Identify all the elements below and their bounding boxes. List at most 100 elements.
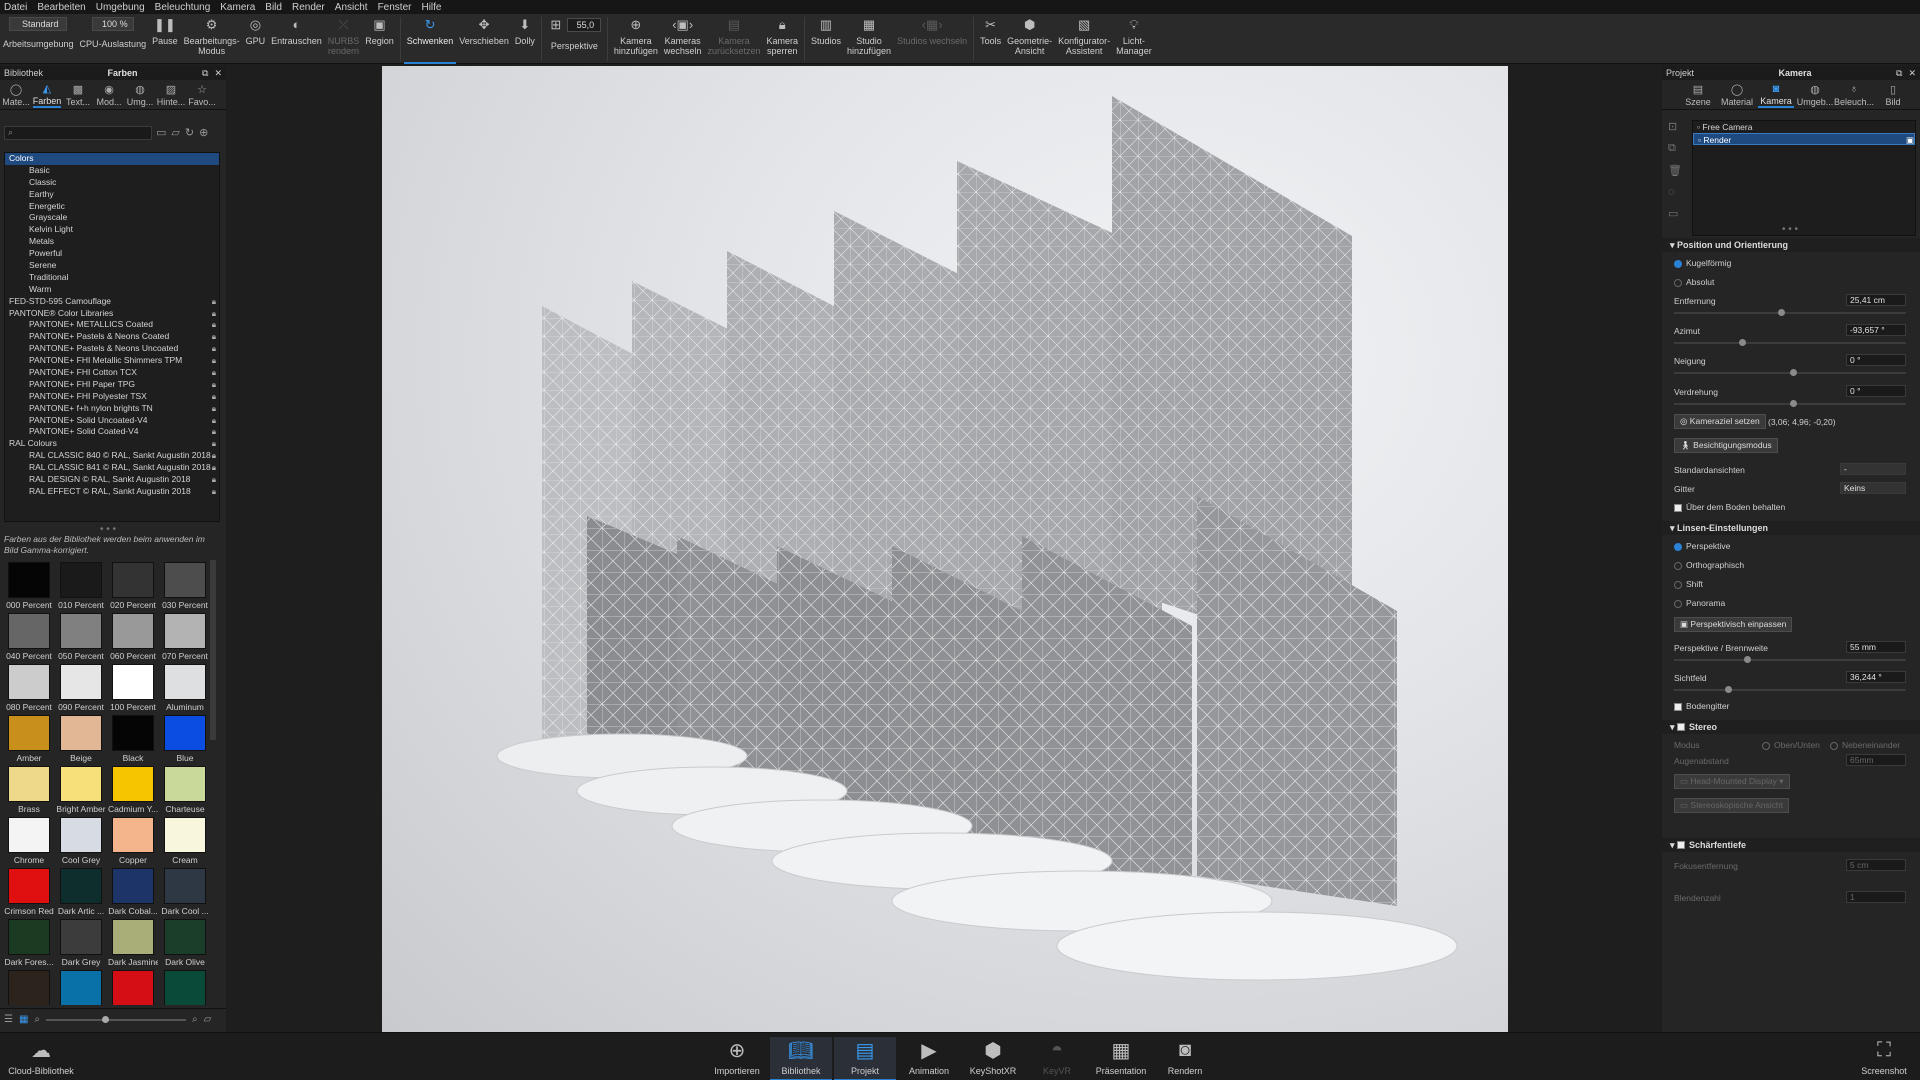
add-studio-button[interactable]: ▦ Studio hinzufügen [844, 14, 894, 64]
hmd-button[interactable]: ▭ Head-Mounted Display ▾ [1674, 774, 1790, 789]
color-swatch[interactable]: Cream [160, 815, 210, 865]
color-swatch[interactable]: 010 Percent [56, 560, 106, 610]
gpu-button[interactable]: ◎ GPU [243, 14, 269, 64]
project-toggle-button[interactable]: ▤ Projekt [834, 1037, 896, 1080]
tab-materials[interactable]: ◯ Mate... [2, 82, 30, 108]
color-swatch[interactable]: 070 Percent [160, 611, 210, 661]
tree-item[interactable]: RAL CLASSIC 841 © RAL, Sankt Augustin 20… [5, 462, 219, 474]
fit-perspective-button[interactable]: ▣ Perspektivisch einpassen [1674, 617, 1793, 632]
camera-list-item-selected[interactable]: ▫ Render ▣ [1693, 133, 1915, 145]
focal-length-slider[interactable] [1674, 656, 1906, 663]
color-swatch[interactable]: Beige [56, 713, 106, 763]
swatch-scrollbar[interactable] [210, 560, 216, 740]
library-search-input[interactable]: ⌕ [4, 126, 152, 140]
tree-item[interactable]: PANTONE® Color Libraries 🔒︎ [5, 308, 219, 320]
section-header-dof[interactable]: ▾ Schärfentiefe [1662, 838, 1920, 852]
walkthrough-mode-button[interactable]: 🚶︎ Besichtigungsmodus [1674, 438, 1778, 453]
color-swatch[interactable]: Charteuse [160, 764, 210, 814]
presentation-button[interactable]: ▦ Präsentation [1090, 1037, 1152, 1080]
render-button[interactable]: ◙ Rendern [1154, 1037, 1216, 1080]
perspective-input[interactable]: 55,0 [566, 18, 601, 32]
tree-item[interactable]: RAL DESIGN © RAL, Sankt Augustin 2018 🔒︎ [5, 474, 219, 486]
radio-side-by-side[interactable]: Nebeneinander [1830, 740, 1900, 750]
radio-top-bottom[interactable]: Oben/Unten [1762, 740, 1820, 750]
nurbs-render-button[interactable]: ⤫ NURBS rendern [325, 14, 363, 64]
slider-knob[interactable] [1790, 369, 1797, 376]
library-toggle-button[interactable]: 📖︎ Bibliothek [770, 1037, 832, 1080]
menu-render[interactable]: Render [292, 2, 325, 13]
color-swatch[interactable]: 020 Percent [108, 560, 158, 610]
section-header-lens[interactable]: ▾ Linsen-Einstellungen [1662, 521, 1920, 535]
menu-ansicht[interactable]: Ansicht [335, 2, 368, 13]
tree-item[interactable]: PANTONE+ f+h nylon brights TN 🔒︎ [5, 403, 219, 415]
move-tool-button[interactable]: ✥ Verschieben [456, 14, 512, 64]
lock-camera-button[interactable]: 🔒︎ Kamera sperren [763, 14, 801, 64]
tree-item[interactable]: RAL EFFECT © RAL, Sankt Augustin 2018 🔒︎ [5, 486, 219, 498]
tab-lighting[interactable]: ♁ Beleuch... [1834, 82, 1874, 108]
color-swatch[interactable]: Dark Cool ... [160, 866, 210, 916]
splitter-handle-icon[interactable]: • • • [1782, 224, 1798, 235]
menu-bearbeiten[interactable]: Bearbeiten [37, 2, 85, 13]
add-camera-button[interactable]: ⊕ Kamera hinzufügen [611, 14, 661, 64]
switch-cameras-button[interactable]: ‹▣› Kameras wechseln [661, 14, 705, 64]
standard-views-dropdown[interactable]: - [1840, 463, 1906, 475]
radio-lens-shift[interactable]: Shift [1674, 579, 1703, 589]
tree-item[interactable]: Powerful [5, 248, 219, 260]
tree-item[interactable]: PANTONE+ FHI Metallic Shimmers TPM 🔒︎ [5, 355, 219, 367]
lock-icon[interactable]: ▣ [1906, 134, 1914, 145]
tree-item[interactable]: Grayscale [5, 212, 219, 224]
ground-grid-checkbox[interactable]: Bodengitter [1674, 701, 1729, 711]
color-swatch[interactable]: Bright Amber [56, 764, 106, 814]
grid-view-icon[interactable]: ▦ [19, 1014, 28, 1025]
aperture-input[interactable]: 1 [1846, 891, 1906, 903]
switch-studios-button[interactable]: ‹▦› Studios wechseln [894, 14, 970, 64]
tree-item[interactable]: RAL CLASSIC 840 © RAL, Sankt Augustin 20… [5, 450, 219, 462]
close-icon[interactable]: ✕ [214, 68, 222, 79]
color-swatch[interactable]: Dark Fores... [4, 917, 54, 967]
configurator-button[interactable]: ▧ Konfigurator- Assistent [1055, 14, 1113, 64]
tree-item[interactable]: Earthy [5, 189, 219, 201]
denoise-button[interactable]: ◐ Entrauschen [268, 14, 325, 64]
fov-input[interactable]: 36,244 ° [1846, 671, 1906, 683]
tree-item[interactable]: PANTONE+ FHI Cotton TCX 🔒︎ [5, 367, 219, 379]
azimuth-input[interactable]: -93,657 ° [1846, 324, 1906, 336]
color-swatch[interactable] [4, 968, 54, 1005]
add-camera-icon[interactable]: ⊡ [1668, 120, 1682, 133]
color-swatch[interactable]: Blue [160, 713, 210, 763]
target-icon[interactable]: ⊕ [199, 126, 208, 139]
workspace-dropdown[interactable]: Standard [9, 17, 68, 31]
azimuth-slider[interactable] [1674, 339, 1906, 346]
folder-add-icon[interactable]: ▱ [171, 126, 179, 139]
color-swatch[interactable]: Dark Jasmine [108, 917, 158, 967]
inclination-input[interactable]: 0 ° [1846, 354, 1906, 366]
reset-camera-icon[interactable]: ◌ [1668, 186, 1682, 198]
color-swatch[interactable]: 050 Percent [56, 611, 106, 661]
animation-button[interactable]: ▶ Animation [898, 1037, 960, 1080]
menu-umgebung[interactable]: Umgebung [96, 2, 145, 13]
tab-backgrounds[interactable]: ▨ Hinte... [157, 82, 186, 108]
pan-tool-button[interactable]: ↻ Schwenken [403, 14, 457, 64]
tab-image[interactable]: ▯ Bild [1875, 82, 1911, 108]
color-swatch[interactable]: Chrome [4, 815, 54, 865]
color-swatch[interactable]: Black [108, 713, 158, 763]
tree-item[interactable]: Serene [5, 260, 219, 272]
color-swatch[interactable]: 030 Percent [160, 560, 210, 610]
tree-item[interactable]: Kelvin Light [5, 224, 219, 236]
color-swatch[interactable]: Brass [4, 764, 54, 814]
pause-button[interactable]: ❚❚ Pause [149, 14, 181, 64]
tab-material[interactable]: ◯ Material [1719, 82, 1755, 108]
section-header-position[interactable]: ▾ Position und Orientierung [1662, 238, 1920, 252]
distance-input[interactable]: 25,41 cm [1846, 294, 1906, 306]
twist-slider[interactable] [1674, 400, 1906, 407]
thumbnail-size-slider[interactable] [46, 1015, 187, 1023]
tree-item[interactable]: Colors [5, 153, 219, 165]
grid-dropdown[interactable]: Keins [1840, 482, 1906, 494]
list-view-icon[interactable]: ☰ [4, 1014, 13, 1025]
dof-toggle-checkbox[interactable] [1677, 841, 1686, 849]
color-swatch[interactable]: Cool Grey [56, 815, 106, 865]
tab-favorites[interactable]: ☆ Favo... [188, 82, 216, 108]
color-swatch[interactable]: Aluminum [160, 662, 210, 712]
screenshot-button[interactable]: ⛶ Screenshot [1852, 1037, 1916, 1080]
zoom-in-icon[interactable]: ⌕ [192, 1014, 198, 1025]
tree-item[interactable]: FED-STD-595 Camouflage 🔒︎ [5, 296, 219, 308]
